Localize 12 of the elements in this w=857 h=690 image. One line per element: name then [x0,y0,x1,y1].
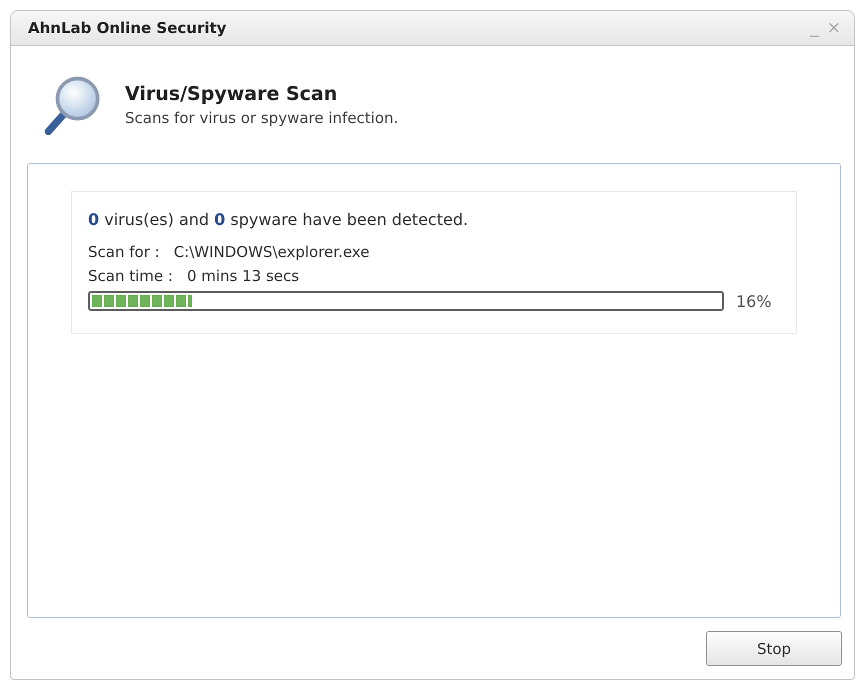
progress-percent: 16% [736,292,773,310]
field-label: Scan for : [88,243,160,261]
minimize-button[interactable]: _ [807,18,822,38]
window-title: AhnLab Online Security [28,19,226,37]
detection-summary: 0 virus(es) and 0 spyware have been detected. [88,210,470,229]
close-button[interactable]: × [824,18,844,38]
field-value: C:\WINDOWS\explorer.exe [174,243,370,261]
field-value: 0 mins 13 secs [186,267,300,285]
section-title: Virus/Spyware Scan [125,82,338,104]
field-label: Scan time : [88,267,173,285]
section-description: Scans for virus or spyware infection. [125,108,398,126]
stop-button[interactable]: Stop [706,631,842,666]
